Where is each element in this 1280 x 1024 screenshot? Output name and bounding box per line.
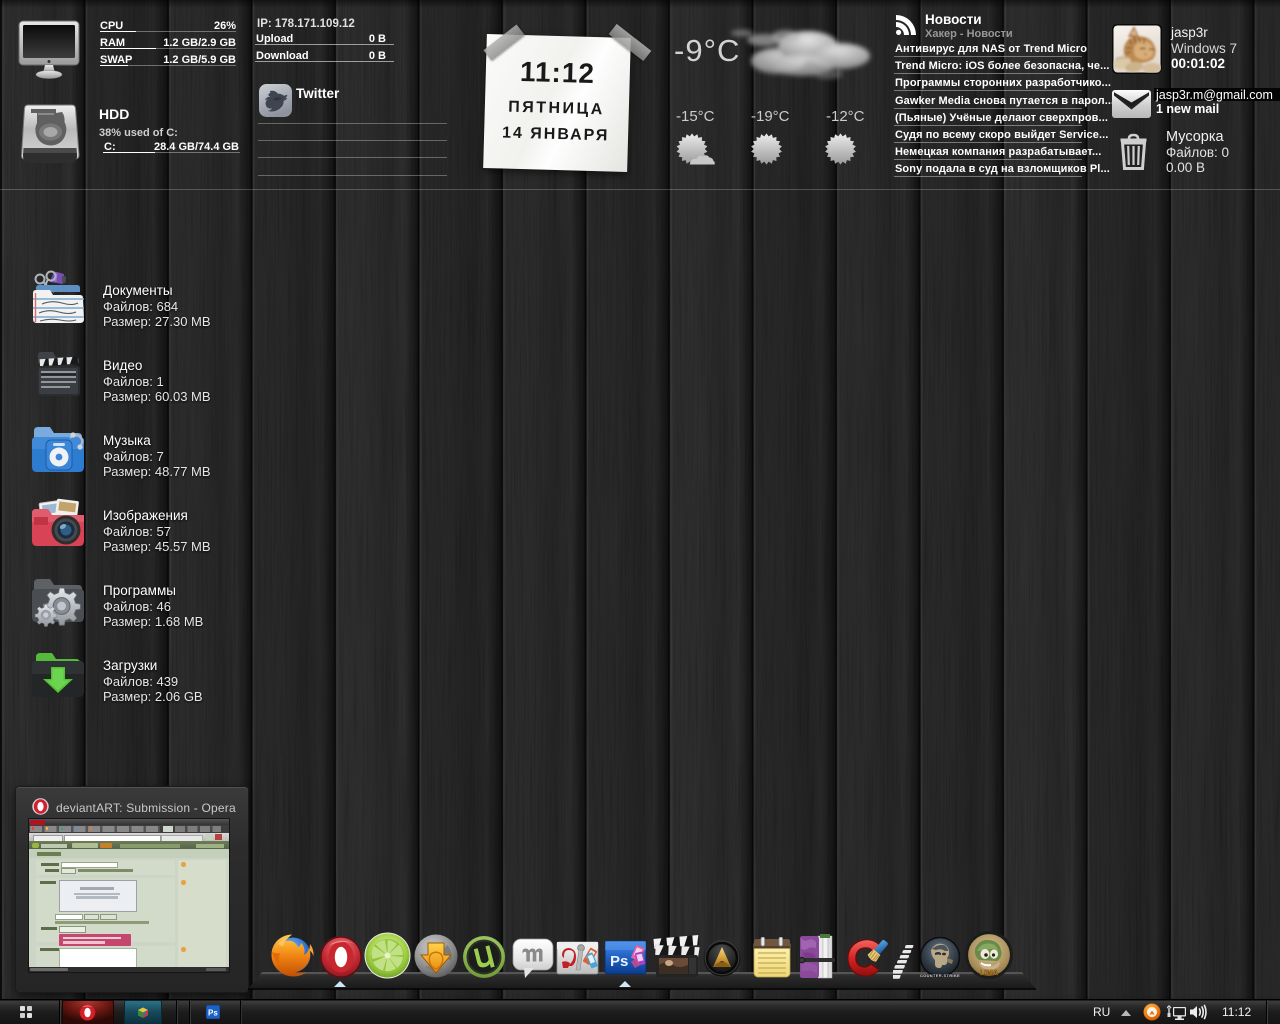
svg-text:Ps: Ps <box>610 953 628 970</box>
svg-text:COUNTER-STRIKE: COUNTER-STRIKE <box>920 973 960 978</box>
svg-text:LIMA: LIMA <box>980 968 999 977</box>
svg-text:Ps: Ps <box>208 1009 218 1018</box>
